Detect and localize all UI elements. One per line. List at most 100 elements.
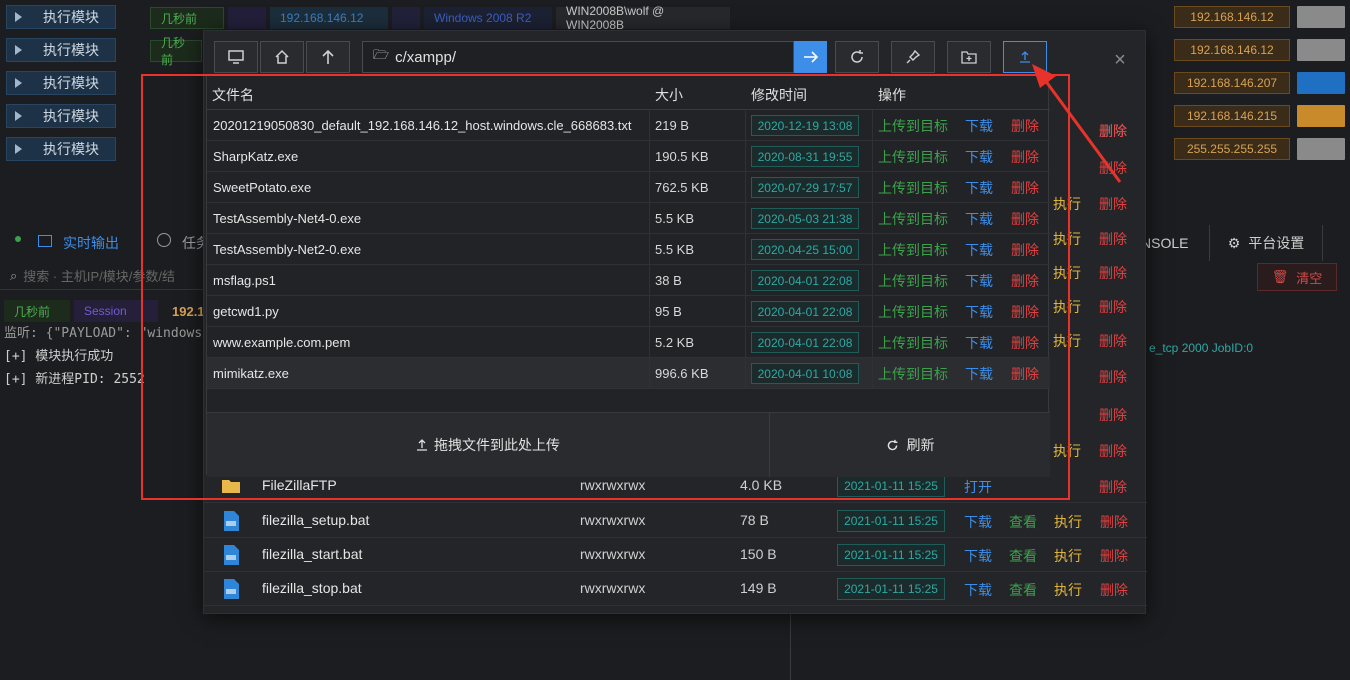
download-link[interactable]: 下载 bbox=[965, 110, 993, 141]
delete-link[interactable]: 删除 bbox=[1099, 229, 1127, 249]
view-link[interactable]: 查看 bbox=[1009, 546, 1037, 566]
upload-row: SharpKatz.exe 190.5 KB 2020-08-31 19:55 上传到… bbox=[207, 141, 1050, 172]
status-chip bbox=[1297, 6, 1345, 28]
header-size: 大小 bbox=[655, 87, 683, 103]
upload-to-target-link[interactable]: 上传到目标 bbox=[878, 296, 948, 327]
file-size: 5.2 KB bbox=[655, 335, 695, 350]
new-folder-button[interactable] bbox=[947, 41, 991, 73]
delete-link[interactable]: 删除 bbox=[1011, 265, 1039, 296]
search-input[interactable]: ⌕ 搜索 · 主机IP/模块/参数/结 bbox=[0, 262, 210, 290]
execute-link[interactable]: 执行 bbox=[1053, 229, 1081, 249]
path-input[interactable]: 🗁 c/xampp/ bbox=[362, 41, 794, 73]
download-link[interactable]: 下载 bbox=[964, 512, 992, 532]
delete-link[interactable]: 删除 bbox=[1099, 194, 1127, 214]
delete-link[interactable]: 删除 bbox=[1099, 331, 1127, 351]
file-mtime: 2020-04-01 22:08 bbox=[751, 270, 859, 291]
file-name[interactable]: SweetPotato.exe bbox=[213, 172, 311, 203]
download-link[interactable]: 下载 bbox=[964, 580, 992, 600]
exec-module-button[interactable]: 执行模块 bbox=[6, 38, 116, 62]
download-link[interactable]: 下载 bbox=[965, 203, 993, 234]
tab-realtime[interactable]: 实时输出 bbox=[63, 233, 119, 253]
status-dot bbox=[15, 236, 21, 242]
delete-link[interactable]: 删除 bbox=[1011, 358, 1039, 389]
go-button[interactable] bbox=[794, 41, 827, 73]
upload-to-target-link[interactable]: 上传到目标 bbox=[878, 110, 948, 141]
download-link[interactable]: 下载 bbox=[965, 327, 993, 358]
delete-link[interactable]: 删除 bbox=[1011, 234, 1039, 265]
view-link[interactable]: 查看 bbox=[1009, 580, 1037, 600]
delete-link[interactable]: 删除 bbox=[1099, 405, 1127, 425]
download-link[interactable]: 下载 bbox=[965, 358, 993, 389]
execute-link[interactable]: 执行 bbox=[1054, 546, 1082, 566]
file-name[interactable]: SharpKatz.exe bbox=[213, 141, 298, 172]
file-name[interactable]: TestAssembly-Net2-0.exe bbox=[213, 234, 361, 265]
execute-link[interactable]: 执行 bbox=[1053, 441, 1081, 461]
refresh-button[interactable] bbox=[835, 41, 879, 73]
status-chip bbox=[1297, 138, 1345, 160]
upload-to-target-link[interactable]: 上传到目标 bbox=[878, 234, 948, 265]
job-text: e_tcp 2000 JobID:0 bbox=[1149, 341, 1254, 355]
tab-platform-settings[interactable]: ⚙ 平台设置 bbox=[1209, 225, 1323, 261]
file-name[interactable]: getcwd1.py bbox=[213, 296, 279, 327]
delete-link[interactable]: 删除 bbox=[1011, 203, 1039, 234]
upload-to-target-link[interactable]: 上传到目标 bbox=[878, 172, 948, 203]
delete-link[interactable]: 删除 bbox=[1011, 296, 1039, 327]
execute-link[interactable]: 执行 bbox=[1054, 512, 1082, 532]
view-link[interactable]: 查看 bbox=[1009, 512, 1037, 532]
session-user: WIN2008B\wolf @ WIN2008B bbox=[556, 4, 730, 32]
file-mtime: 2020-04-01 22:08 bbox=[751, 301, 859, 322]
download-link[interactable]: 下载 bbox=[965, 141, 993, 172]
up-directory-button[interactable] bbox=[306, 41, 350, 73]
execute-link[interactable]: 执行 bbox=[1054, 580, 1082, 600]
ip-chip: 192.168.146.12 bbox=[1174, 6, 1290, 28]
execute-link[interactable]: 执行 bbox=[1053, 263, 1081, 283]
execute-link[interactable]: 执行 bbox=[1053, 194, 1081, 214]
delete-link[interactable]: 删除 bbox=[1100, 580, 1128, 600]
tab-console[interactable]: NSOLE bbox=[1141, 225, 1188, 261]
download-link[interactable]: 下载 bbox=[965, 234, 993, 265]
upload-to-target-link[interactable]: 上传到目标 bbox=[878, 358, 948, 389]
download-link[interactable]: 下载 bbox=[965, 265, 993, 296]
download-link[interactable]: 下载 bbox=[964, 546, 992, 566]
file-size: 219 B bbox=[655, 118, 689, 133]
delete-link[interactable]: 删除 bbox=[1011, 327, 1039, 358]
refresh-icon bbox=[851, 50, 863, 63]
file-name[interactable]: msflag.ps1 bbox=[213, 265, 276, 296]
exec-module-button[interactable]: 执行模块 bbox=[6, 5, 116, 29]
os-badge bbox=[392, 7, 420, 29]
file-name[interactable]: mimikatz.exe bbox=[213, 358, 289, 389]
delete-link[interactable]: 删除 bbox=[1100, 512, 1128, 532]
file-name[interactable]: 20201219050830_default_192.168.146.12_ho… bbox=[213, 110, 632, 141]
delete-link[interactable]: 删除 bbox=[1100, 546, 1128, 566]
delete-link[interactable]: 删除 bbox=[1099, 263, 1127, 283]
exec-module-button[interactable]: 执行模块 bbox=[6, 137, 116, 161]
drop-upload-area[interactable]: 拖拽文件到此处上传 bbox=[207, 413, 770, 477]
file-mtime: 2020-07-29 17:57 bbox=[751, 177, 859, 198]
download-link[interactable]: 下载 bbox=[965, 172, 993, 203]
exec-module-button[interactable]: 执行模块 bbox=[6, 71, 116, 95]
upload-to-target-link[interactable]: 上传到目标 bbox=[878, 203, 948, 234]
download-link[interactable]: 下载 bbox=[965, 296, 993, 327]
file-name[interactable]: TestAssembly-Net4-0.exe bbox=[213, 203, 361, 234]
exec-module-button[interactable]: 执行模块 bbox=[6, 104, 116, 128]
delete-link[interactable]: 删除 bbox=[1099, 441, 1127, 461]
delete-link[interactable]: 删除 bbox=[1099, 367, 1127, 387]
clear-button[interactable]: 🗑 清空 bbox=[1257, 263, 1337, 291]
home-button[interactable] bbox=[260, 41, 304, 73]
file-name[interactable]: www.example.com.pem bbox=[213, 327, 350, 358]
execute-link[interactable]: 执行 bbox=[1053, 297, 1081, 317]
desktop-button[interactable] bbox=[214, 41, 258, 73]
delete-link[interactable]: 删除 bbox=[1099, 297, 1127, 317]
upload-to-target-link[interactable]: 上传到目标 bbox=[878, 141, 948, 172]
upload-to-target-link[interactable]: 上传到目标 bbox=[878, 327, 948, 358]
upload-to-target-link[interactable]: 上传到目标 bbox=[878, 265, 948, 296]
upload-panel: 文件名 大小 修改时间 操作 20201219050830_default_19… bbox=[206, 75, 1050, 477]
refresh-button[interactable]: 刷新 bbox=[770, 413, 1050, 477]
open-link[interactable]: 打开 bbox=[964, 477, 992, 497]
delete-link[interactable]: 删除 bbox=[1099, 477, 1127, 497]
pin-button[interactable] bbox=[891, 41, 935, 73]
folder-icon: 🗁 bbox=[373, 47, 390, 62]
file-mtime: 2020-08-31 19:55 bbox=[751, 146, 859, 167]
execute-link[interactable]: 执行 bbox=[1053, 331, 1081, 351]
windows-chip bbox=[1297, 72, 1345, 94]
